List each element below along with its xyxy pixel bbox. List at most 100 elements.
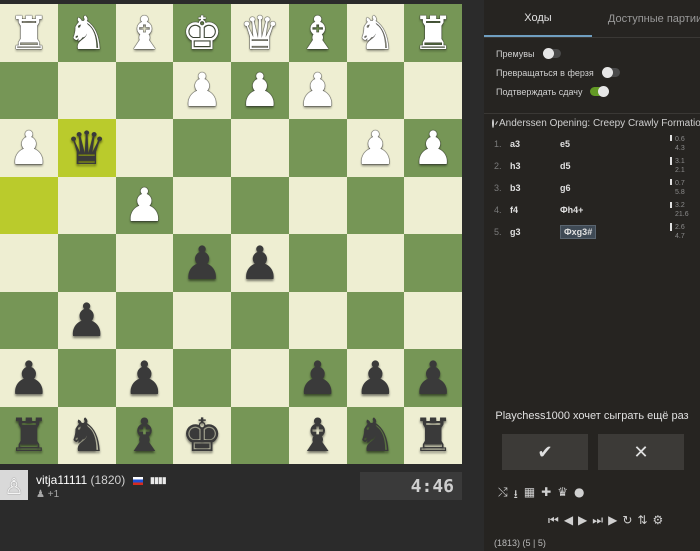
white-move[interactable]: b3 xyxy=(510,183,560,193)
chess-board[interactable]: ♜ ♞ ♝ ♚ ♛ ♝ ♞ ♜ ♟ ♟ ♟ ♟ ♛ ♟ ♟ ♟ ♟ ♟ ♟ ♟ ♟ ♟ ♟ ♟ ♜ ♞ ♝ ♚ ♝ ♞ ♜ xyxy=(0,4,462,464)
square[interactable] xyxy=(231,176,289,234)
white-move[interactable]: a3 xyxy=(510,139,560,149)
square[interactable] xyxy=(404,176,462,234)
square[interactable] xyxy=(346,61,405,119)
add-player-icon[interactable]: ✚ xyxy=(541,485,551,506)
white-queen-icon[interactable]: ♛ xyxy=(239,10,280,56)
square[interactable] xyxy=(0,61,58,119)
square[interactable]: ♜ xyxy=(0,406,58,464)
square[interactable]: ♟ xyxy=(231,61,289,119)
previous-move-icon[interactable]: ◀ xyxy=(564,513,573,528)
square[interactable]: ♜ xyxy=(0,4,58,62)
black-pawn-icon[interactable]: ♟ xyxy=(8,355,49,401)
square[interactable] xyxy=(288,176,347,234)
white-rook-icon[interactable]: ♜ xyxy=(8,10,49,56)
square[interactable] xyxy=(346,291,405,349)
refresh-icon[interactable]: ↻ xyxy=(622,513,632,528)
square[interactable]: ♟ xyxy=(346,349,405,407)
square[interactable]: ♜ xyxy=(404,4,462,62)
square[interactable]: ♞ xyxy=(57,4,116,62)
analysis-board-icon[interactable]: ▦ xyxy=(524,485,535,506)
square[interactable]: ♟ xyxy=(173,61,231,119)
square[interactable] xyxy=(231,406,289,464)
black-queen-icon[interactable]: ♛ xyxy=(66,125,107,171)
share-icon[interactable]: ⤭ xyxy=(498,485,508,506)
black-knight-icon[interactable]: ♞ xyxy=(66,412,107,458)
square[interactable] xyxy=(0,234,58,292)
white-bishop-icon[interactable]: ♝ xyxy=(297,10,338,56)
white-pawn-icon[interactable]: ♟ xyxy=(124,182,165,228)
square[interactable]: ♛ xyxy=(57,119,116,177)
player-name[interactable]: vitja11111 xyxy=(36,473,87,487)
white-pawn-icon[interactable]: ♟ xyxy=(8,125,49,171)
square[interactable] xyxy=(57,61,116,119)
square[interactable] xyxy=(288,291,347,349)
black-bishop-icon[interactable]: ♝ xyxy=(297,412,338,458)
square[interactable]: ♟ xyxy=(0,349,58,407)
square[interactable]: ♞ xyxy=(346,4,405,62)
square[interactable] xyxy=(115,119,174,177)
white-bishop-icon[interactable]: ♝ xyxy=(124,10,165,56)
square[interactable] xyxy=(288,234,347,292)
black-pawn-icon[interactable]: ♟ xyxy=(124,355,165,401)
square[interactable]: ♛ xyxy=(231,4,289,62)
square[interactable] xyxy=(404,291,462,349)
current-move[interactable]: Фxg3# xyxy=(560,225,597,239)
black-rook-icon[interactable]: ♜ xyxy=(413,412,454,458)
white-rook-icon[interactable]: ♜ xyxy=(413,10,454,56)
square[interactable]: ♟ xyxy=(115,349,174,407)
next-move-icon[interactable]: ▶ xyxy=(578,513,587,528)
black-knight-icon[interactable]: ♞ xyxy=(355,412,396,458)
black-pawn-icon[interactable]: ♟ xyxy=(297,355,338,401)
square[interactable]: ♞ xyxy=(57,406,116,464)
black-pawn-icon[interactable]: ♟ xyxy=(413,355,454,401)
square[interactable]: ♞ xyxy=(346,406,405,464)
square[interactable]: ♟ xyxy=(231,234,289,292)
square[interactable] xyxy=(173,349,231,407)
square[interactable]: ♟ xyxy=(288,349,347,407)
square[interactable]: ♟ xyxy=(346,119,405,177)
square[interactable]: ♟ xyxy=(288,61,347,119)
black-move[interactable]: d5 xyxy=(560,161,650,171)
trophy-icon[interactable]: ♛ xyxy=(557,485,568,506)
white-move[interactable]: g3 xyxy=(510,227,560,237)
white-move[interactable]: h3 xyxy=(510,161,560,171)
white-king-icon[interactable]: ♚ xyxy=(182,10,223,56)
decline-rematch-button[interactable]: ✕ xyxy=(598,434,684,470)
tab-available-games[interactable]: Доступные партии xyxy=(592,0,700,37)
square[interactable] xyxy=(0,176,58,234)
black-move[interactable]: g6 xyxy=(560,183,650,193)
black-move[interactable]: Фh4+ xyxy=(560,205,650,215)
tab-moves[interactable]: Ходы xyxy=(484,0,592,37)
play-icon[interactable]: ▶ xyxy=(608,513,617,528)
black-move[interactable]: e5 xyxy=(560,139,650,149)
white-move[interactable]: f4 xyxy=(510,205,560,215)
square[interactable] xyxy=(115,291,174,349)
square[interactable]: ♚ xyxy=(173,406,231,464)
flip-board-icon[interactable]: ⇅ xyxy=(637,513,647,528)
white-pawn-icon[interactable]: ♟ xyxy=(239,67,280,113)
white-pawn-icon[interactable]: ♟ xyxy=(182,67,223,113)
square[interactable] xyxy=(57,349,116,407)
premoves-toggle[interactable] xyxy=(542,48,561,59)
black-king-icon[interactable]: ♚ xyxy=(182,412,223,458)
square[interactable]: ♝ xyxy=(288,4,347,62)
square[interactable]: ♟ xyxy=(404,119,462,177)
square[interactable]: ♝ xyxy=(115,4,174,62)
square[interactable] xyxy=(288,119,347,177)
square[interactable]: ♟ xyxy=(57,291,116,349)
square[interactable] xyxy=(173,119,231,177)
first-move-icon[interactable]: ⏮ xyxy=(548,513,559,528)
download-icon[interactable]: ⭳ xyxy=(514,485,518,506)
square[interactable] xyxy=(346,234,405,292)
black-move[interactable]: Фxg3# xyxy=(560,225,650,239)
white-pawn-icon[interactable]: ♟ xyxy=(413,125,454,171)
black-pawn-icon[interactable]: ♟ xyxy=(182,240,223,286)
square[interactable]: ♝ xyxy=(115,406,174,464)
confirm-resign-toggle[interactable] xyxy=(590,86,610,97)
square[interactable] xyxy=(404,234,462,292)
white-knight-icon[interactable]: ♞ xyxy=(66,10,107,56)
square[interactable] xyxy=(115,234,174,292)
square[interactable]: ♝ xyxy=(288,406,347,464)
square[interactable] xyxy=(57,176,116,234)
